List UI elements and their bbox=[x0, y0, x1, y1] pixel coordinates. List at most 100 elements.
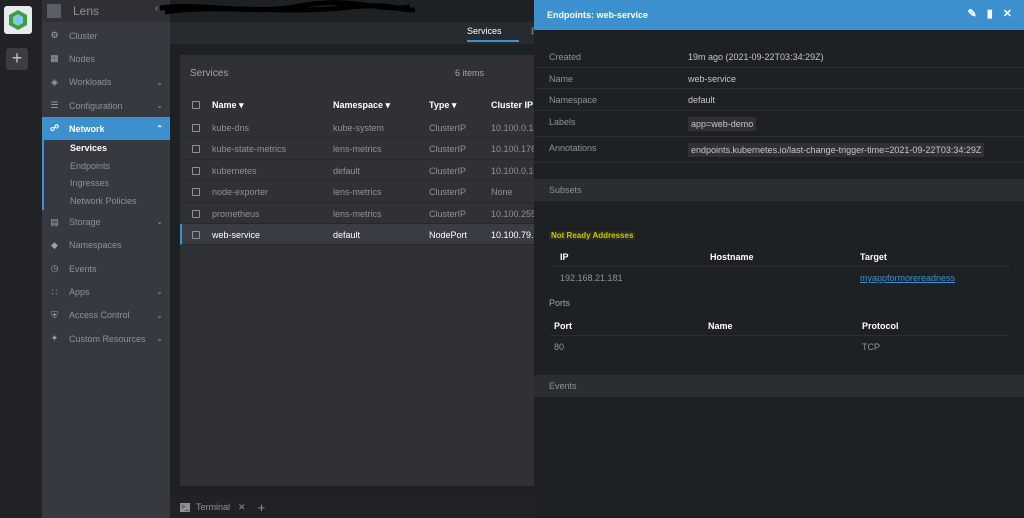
divider bbox=[549, 335, 1009, 336]
drawer-header: Endpoints: web-service ✎ ▮ ✕ bbox=[534, 0, 1024, 30]
cell-type: ClusterIP bbox=[429, 208, 467, 219]
sidebar-item-label: Events bbox=[69, 263, 97, 274]
terminal-bar[interactable]: >_ Terminal ✕ + bbox=[170, 496, 534, 518]
detail-label: Created bbox=[549, 52, 582, 62]
cell-cluster-ip: 10.100.176 bbox=[491, 144, 537, 155]
cluster-avatar-icon[interactable] bbox=[4, 6, 32, 34]
sidebar-item-label: Workloads bbox=[69, 77, 112, 88]
cell-type: ClusterIP bbox=[429, 123, 467, 133]
table-row[interactable]: kubernetes default ClusterIP 10.100.0.1 bbox=[180, 160, 534, 182]
detail-label: Name bbox=[549, 73, 574, 84]
sidebar-item-network[interactable]: ☍ Network ⌃ bbox=[42, 117, 170, 141]
cell-type: ClusterIP bbox=[429, 144, 467, 155]
sidebar-subitem-services[interactable]: Services bbox=[44, 140, 170, 158]
cell-name: kube-dns bbox=[212, 123, 250, 133]
trash-icon[interactable]: ▮ bbox=[987, 7, 993, 20]
cell-namespace: lens-metrics bbox=[333, 208, 382, 219]
sidebar-item-configuration[interactable]: ☰ Configuration ⌄ bbox=[42, 94, 170, 117]
tab-services[interactable]: Services bbox=[467, 26, 502, 36]
cluster-icon: ⚙ bbox=[50, 30, 59, 41]
addr-target-link[interactable]: myappformorereadness bbox=[860, 273, 955, 283]
collapse-icon[interactable]: ‹ bbox=[155, 3, 158, 14]
sidebar-item-apps[interactable]: ∷ Apps ⌄ bbox=[42, 280, 170, 303]
close-icon[interactable]: ✕ bbox=[1003, 7, 1012, 20]
detail-annotations: Annotations endpoints.kubernetes.io/last-… bbox=[534, 137, 1024, 163]
add-icon[interactable]: + bbox=[258, 500, 266, 515]
addr-ip: 192.168.21.181 bbox=[560, 273, 623, 283]
detail-value: 19m ago (2021-09-22T03:34:29Z) bbox=[688, 52, 824, 62]
sidebar-item-label: Nodes bbox=[69, 53, 96, 64]
cell-name: node-exporter bbox=[212, 187, 269, 198]
column-header-namespace[interactable]: Namespace ▾ bbox=[333, 100, 390, 111]
column-header-label: Name bbox=[212, 100, 237, 110]
column-header-cluster-ip[interactable]: Cluster IP bbox=[491, 100, 533, 110]
table-title: Services bbox=[190, 68, 229, 79]
detail-name: Name web-service bbox=[534, 68, 1024, 90]
cell-cluster-ip: 10.100.0.1 bbox=[491, 165, 534, 176]
table-row-selected[interactable]: web-service default NodePort 10.100.79. bbox=[180, 224, 534, 246]
chevron-down-icon: ⌄ bbox=[156, 217, 163, 227]
storage-icon: ▤ bbox=[50, 216, 59, 227]
column-header-type[interactable]: Type ▾ bbox=[429, 100, 456, 111]
cell-namespace: default bbox=[333, 165, 361, 176]
events-icon: ◷ bbox=[50, 263, 59, 274]
sidebar-item-cluster[interactable]: ⚙ Cluster bbox=[42, 24, 170, 47]
detail-label: Annotations bbox=[549, 143, 597, 153]
sidebar-subitem-network-policies[interactable]: Network Policies bbox=[44, 193, 170, 211]
sidebar-item-workloads[interactable]: ◈ Workloads ⌄ bbox=[42, 71, 170, 94]
cell-name: prometheus bbox=[212, 208, 260, 219]
detail-namespace: Namespace default bbox=[534, 89, 1024, 111]
lens-logo-icon bbox=[47, 4, 61, 18]
not-ready-addresses-title: Not Ready Addresses bbox=[549, 231, 636, 240]
table-row[interactable]: prometheus lens-metrics ClusterIP 10.100.25… bbox=[180, 203, 536, 224]
chevron-down-icon: ⌄ bbox=[156, 77, 163, 87]
sidebar-item-namespaces[interactable]: ◆ Namespaces bbox=[42, 234, 170, 257]
cell-namespace: lens-metrics bbox=[333, 144, 382, 155]
apps-icon: ∷ bbox=[51, 286, 58, 297]
nodes-icon: ▦ bbox=[50, 53, 59, 64]
sidebar-item-label: Storage bbox=[69, 217, 101, 228]
network-icon: ☍ bbox=[49, 123, 60, 134]
table-row[interactable]: node-exporter lens-metrics ClusterIP None bbox=[180, 181, 534, 203]
sidebar-item-label: Configuration bbox=[69, 100, 123, 111]
cell-type: ClusterIP bbox=[429, 187, 467, 198]
detail-value: web-service bbox=[688, 73, 737, 84]
add-cluster-button[interactable]: + bbox=[6, 48, 28, 70]
row-checkbox[interactable] bbox=[192, 209, 200, 218]
row-checkbox[interactable] bbox=[192, 188, 200, 197]
row-checkbox[interactable] bbox=[192, 231, 200, 239]
row-checkbox[interactable] bbox=[192, 166, 200, 175]
sidebar-item-events[interactable]: ◷ Events bbox=[42, 257, 170, 280]
row-checkbox[interactable] bbox=[192, 145, 200, 154]
port-header-protocol: Protocol bbox=[862, 321, 899, 331]
sidebar-item-access-control[interactable]: ⛨ Access Control ⌄ bbox=[42, 304, 170, 327]
sidebar-item-label: Namespaces bbox=[69, 240, 122, 251]
row-checkbox[interactable] bbox=[192, 124, 200, 132]
sidebar-subitem-ingresses[interactable]: Ingresses bbox=[44, 175, 170, 193]
select-all-checkbox[interactable] bbox=[192, 101, 200, 109]
sidebar-item-nodes[interactable]: ▦ Nodes bbox=[42, 47, 170, 70]
sidebar-item-label: Network bbox=[69, 123, 105, 134]
column-header-name[interactable]: Name ▾ bbox=[212, 100, 244, 111]
chevron-up-icon: ⌃ bbox=[156, 124, 163, 134]
terminal-icon: >_ bbox=[180, 502, 190, 512]
sidebar-header: Lens ‹ bbox=[42, 0, 170, 22]
port-value: 80 bbox=[554, 342, 565, 352]
cell-cluster-ip: None bbox=[491, 187, 513, 198]
puzzle-icon: ✦ bbox=[50, 333, 59, 344]
redaction-scribble bbox=[160, 0, 416, 15]
close-icon[interactable]: ✕ bbox=[238, 502, 246, 513]
sidebar-item-custom-resources[interactable]: ✦ Custom Resources ⌄ bbox=[42, 327, 170, 350]
sidebar-item-label: Access Control bbox=[69, 310, 130, 321]
addr-header-hostname: Hostname bbox=[710, 252, 754, 262]
edit-icon[interactable]: ✎ bbox=[968, 7, 977, 20]
cell-cluster-ip: 10.100.0.1 bbox=[491, 123, 534, 133]
hotbar: + bbox=[0, 0, 42, 518]
table-row[interactable]: kube-state-metrics lens-metrics ClusterIP 1… bbox=[180, 138, 537, 160]
table-row[interactable]: kube-dns kube-system ClusterIP 10.100.0.1 bbox=[180, 117, 534, 139]
sidebar-item-storage[interactable]: ▤ Storage ⌄ bbox=[42, 210, 170, 233]
terminal-label: Terminal bbox=[196, 502, 231, 512]
ports-title: Ports bbox=[549, 298, 571, 308]
sidebar-subitem-endpoints[interactable]: Endpoints bbox=[44, 158, 170, 176]
cell-name: kube-state-metrics bbox=[212, 144, 287, 155]
